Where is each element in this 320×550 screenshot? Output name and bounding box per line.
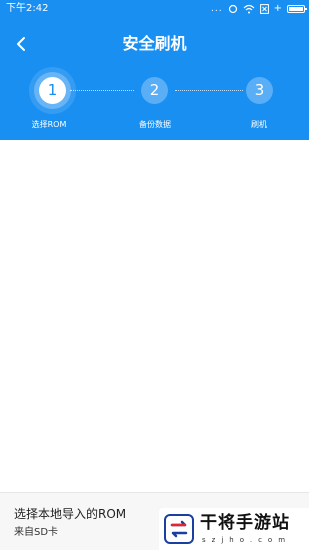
rom-list-area xyxy=(0,140,309,492)
notification-dots: ... xyxy=(211,4,223,14)
step-connector-1 xyxy=(70,90,134,91)
option-title: 选择本地导入的ROM xyxy=(14,507,127,521)
app-header: 下午2:42 ... + 安全刷机 1 2 3 选择ROM 备份数据 刷机 xyxy=(0,0,309,140)
status-icons: ... + xyxy=(211,2,307,16)
status-bar: 下午2:42 ... + xyxy=(0,0,309,18)
step-connector-2 xyxy=(175,90,243,91)
step-1-circle: 1 xyxy=(39,77,66,104)
step-3-label: 刷机 xyxy=(251,120,267,129)
step-indicator: 1 2 3 选择ROM 备份数据 刷机 xyxy=(0,70,309,140)
site-watermark: 干将手游站 szjho.com xyxy=(159,508,309,550)
site-logo-icon xyxy=(164,514,194,544)
step-2-circle: 2 xyxy=(141,77,168,104)
charging-icon: + xyxy=(273,3,282,14)
step-1-label: 选择ROM xyxy=(31,120,67,129)
watermark-domain: szjho.com xyxy=(202,536,292,544)
step-3-circle: 3 xyxy=(246,77,273,104)
page-title: 安全刷机 xyxy=(122,34,187,53)
battery-icon xyxy=(287,5,307,13)
sync-icon xyxy=(228,4,237,14)
step-1-number: 1 xyxy=(47,81,58,99)
no-sim-icon xyxy=(259,4,269,14)
step-3-number: 3 xyxy=(254,81,265,99)
option-subtitle: 来自SD卡 xyxy=(14,527,59,538)
step-2-number: 2 xyxy=(149,81,160,99)
step-2-label: 备份数据 xyxy=(139,120,171,129)
status-time: 下午2:42 xyxy=(6,3,49,14)
wifi-icon xyxy=(243,4,255,14)
watermark-title: 干将手游站 xyxy=(200,513,290,533)
